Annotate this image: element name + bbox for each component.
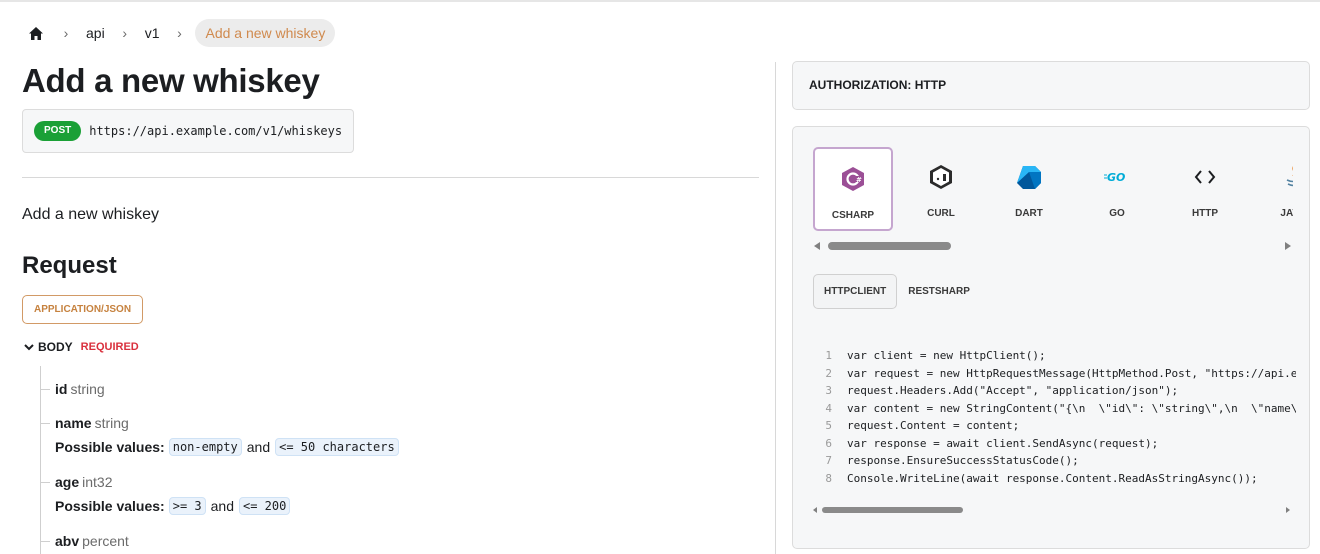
- column-separator: [775, 62, 776, 554]
- code-line: 4 var content = new StringContent("{\n \"…: [825, 401, 1296, 415]
- home-icon[interactable]: [22, 19, 50, 47]
- code-scrollbar[interactable]: [810, 504, 1293, 516]
- body-label: BODY: [38, 340, 73, 354]
- code-line: 1 var client = new HttpClient();: [825, 349, 1046, 362]
- svg-text:GO: GO: [1107, 171, 1125, 184]
- tree-tick: [40, 423, 50, 424]
- authorization-header: AUTHORIZATION: HTTP: [792, 61, 1310, 110]
- possible-values-label: Possible values:: [55, 439, 165, 455]
- mime-type-tab[interactable]: APPLICATION/JSON: [22, 295, 144, 324]
- property-name: abv: [55, 533, 80, 549]
- code-line: 2 var request = new HttpRequestMessage(Ht…: [825, 366, 1296, 380]
- breadcrumb-item-v1[interactable]: v1: [141, 25, 164, 41]
- http-icon: [1194, 163, 1216, 191]
- value-chip: >= 3: [168, 497, 206, 515]
- and-text: and: [210, 498, 234, 514]
- property-name: id: [55, 381, 68, 397]
- possible-values: Possible values: >= 3 and <= 200: [55, 497, 291, 515]
- property-id: id string: [55, 381, 105, 397]
- language-label: JAVA: [1280, 208, 1293, 219]
- scroll-left-icon[interactable]: [813, 507, 817, 513]
- tab-java[interactable]: JAVA: [1253, 147, 1293, 231]
- schema-tree-line: [40, 366, 41, 554]
- library-tabs: HTTPCLIENT RESTSHARP: [813, 274, 981, 309]
- language-label: CURL: [927, 208, 955, 219]
- tab-httpclient[interactable]: HTTPCLIENT: [813, 274, 898, 309]
- scroll-left-icon[interactable]: [814, 242, 820, 250]
- breadcrumb: › api › v1 › Add a new whiskey: [22, 19, 336, 47]
- body-toggle[interactable]: BODY REQUIRED: [22, 340, 139, 354]
- code-line: 6 var response = await client.SendAsync(r…: [825, 436, 1159, 450]
- possible-values-label: Possible values:: [55, 498, 165, 514]
- language-label: GO: [1109, 208, 1125, 219]
- property-type: int32: [82, 474, 113, 490]
- tree-tick: [40, 389, 50, 390]
- tab-dart[interactable]: DART: [989, 147, 1069, 231]
- property-name: age: [55, 474, 80, 490]
- property-type: percent: [82, 533, 129, 549]
- scrollbar-thumb[interactable]: [828, 242, 951, 250]
- top-border: [0, 0, 1320, 2]
- value-chip: <= 50 characters: [275, 438, 399, 456]
- tree-tick: [40, 541, 50, 542]
- breadcrumb-item-api[interactable]: api: [82, 25, 109, 41]
- language-label: HTTP: [1191, 208, 1219, 219]
- code-line: 5 request.Content = content;: [825, 419, 1020, 432]
- chevron-down-icon: [24, 344, 34, 351]
- scrollbar-thumb[interactable]: [822, 507, 963, 513]
- tab-csharp[interactable]: # CSHARP: [813, 147, 893, 231]
- code-samples-panel: # CSHARP CURL DART GO GO HTTP JA HTTPCLI…: [792, 126, 1310, 549]
- code-line: 3 request.Headers.Add("Accept", "applicat…: [825, 384, 1179, 397]
- divider: [22, 177, 759, 178]
- dart-icon: [1016, 163, 1042, 191]
- breadcrumb-current: Add a new whiskey: [195, 19, 336, 47]
- svg-text:#: #: [856, 176, 862, 184]
- tree-tick: [40, 482, 50, 483]
- property-name: name: [55, 415, 92, 431]
- tab-go[interactable]: GO GO: [1077, 147, 1157, 231]
- chevron-right-icon: ›: [177, 25, 182, 41]
- property-type: string: [94, 415, 129, 431]
- curl-icon: [929, 163, 953, 191]
- code-block[interactable]: 1 var client = new HttpClient(); 2 var req…: [810, 337, 1296, 517]
- tab-curl[interactable]: CURL: [901, 147, 981, 231]
- tab-http[interactable]: HTTP: [1165, 147, 1245, 231]
- csharp-icon: #: [841, 165, 865, 193]
- http-method-badge: POST: [34, 121, 82, 141]
- request-heading: Request: [22, 252, 117, 279]
- code-line: 7 response.EnsureSuccessStatusCode();: [825, 454, 1079, 467]
- chevron-right-icon: ›: [122, 25, 128, 41]
- property-type: string: [70, 381, 105, 397]
- value-chip: <= 200: [238, 497, 291, 515]
- property-name-field: name string: [55, 415, 129, 431]
- language-tabs: # CSHARP CURL DART GO GO HTTP JA: [813, 147, 1293, 231]
- java-icon: [1283, 163, 1293, 191]
- tab-restsharp[interactable]: RESTSHARP: [897, 274, 981, 309]
- property-age: age int32: [55, 474, 112, 490]
- language-label: DART: [1015, 208, 1043, 219]
- language-label: CSHARP: [831, 210, 875, 221]
- chevron-right-icon: ›: [63, 25, 69, 41]
- endpoint-box: POST https://api.example.com/v1/whiskeys: [22, 109, 355, 153]
- property-abv: abv percent: [55, 533, 129, 549]
- and-text: and: [246, 439, 271, 455]
- scroll-right-icon[interactable]: [1285, 242, 1291, 250]
- required-badge: REQUIRED: [80, 341, 139, 353]
- possible-values: Possible values: non-empty and <= 50 cha…: [55, 438, 399, 456]
- page-title: Add a new whiskey: [22, 62, 320, 99]
- value-chip: non-empty: [168, 438, 242, 456]
- endpoint-description: Add a new whiskey: [22, 206, 159, 223]
- endpoint-url: https://api.example.com/v1/whiskeys: [89, 124, 343, 138]
- code-line: 8 Console.WriteLine(await response.Conten…: [825, 471, 1258, 485]
- scroll-right-icon[interactable]: [1286, 507, 1290, 513]
- go-icon: GO: [1104, 163, 1130, 191]
- language-tabs-scrollbar[interactable]: [811, 240, 1294, 252]
